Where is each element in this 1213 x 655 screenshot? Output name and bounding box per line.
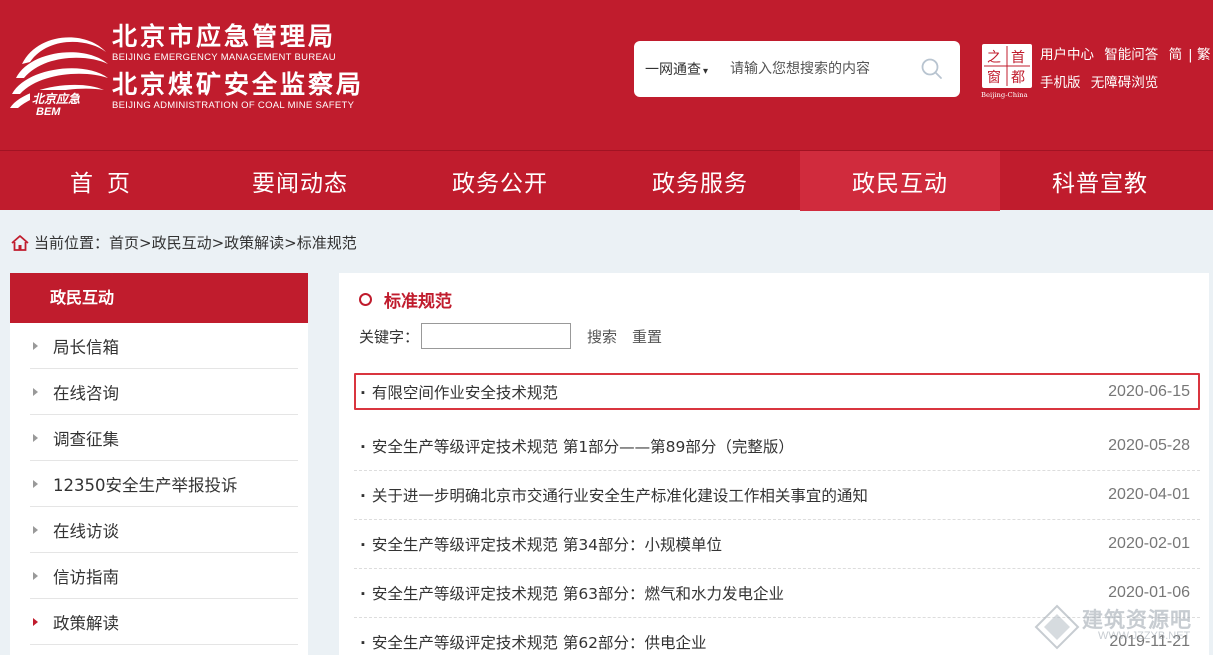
sidebar-title: 政民互动 bbox=[10, 273, 308, 323]
simplified-link[interactable]: 简 bbox=[1169, 47, 1183, 63]
svg-text:北京应急: 北京应急 bbox=[32, 92, 80, 106]
bureau1-name-en: BEIJING EMERGENCY MANAGEMENT BUREAU bbox=[112, 52, 336, 63]
list-item-date: 2019-11-21 bbox=[1109, 633, 1190, 650]
list-item-title[interactable]: 关于进一步明确北京市交通行业安全生产标准化建设工作相关事宜的通知 bbox=[360, 484, 868, 506]
chevron-down-icon: ▾ bbox=[703, 66, 709, 77]
list-item-title[interactable]: 安全生产等级评定技术规范 第1部分——第89部分（完整版） bbox=[360, 435, 794, 457]
search-input[interactable] bbox=[730, 55, 910, 83]
caret-right-icon bbox=[33, 433, 38, 442]
bureau2-name-cn: 北京煤矿安全监察局 bbox=[112, 70, 365, 99]
sidebar-item-online-interview[interactable]: 在线访谈 bbox=[30, 507, 298, 553]
nav-gov-services[interactable]: 政务服务 bbox=[600, 151, 800, 211]
caret-right-icon bbox=[33, 571, 38, 580]
breadcrumb-path[interactable]: 首页>政民互动>政策解读>标准规范 bbox=[109, 232, 357, 253]
nav-home[interactable]: 首页 bbox=[0, 151, 200, 211]
nav-interaction[interactable]: 政民互动 bbox=[800, 151, 1000, 211]
traditional-link[interactable]: 繁 bbox=[1197, 47, 1211, 63]
list-item-date: 2020-04-01 bbox=[1108, 486, 1190, 503]
user-center-link[interactable]: 用户中心 bbox=[1040, 47, 1094, 63]
nav-gov-affairs[interactable]: 政务公开 bbox=[400, 151, 600, 211]
section-title: 标准规范 bbox=[359, 287, 452, 312]
sidebar-item-survey[interactable]: 调查征集 bbox=[30, 415, 298, 461]
site-header: 北京应急 BEM 北京市应急管理局 BEIJING EMERGENCY MANA… bbox=[0, 0, 1213, 150]
breadcrumb-label: 当前位置： bbox=[34, 234, 110, 252]
sidebar-item-report-hotline[interactable]: 12350安全生产举报投诉 bbox=[30, 461, 298, 507]
mobile-link[interactable]: 手机版 bbox=[1040, 75, 1081, 91]
sidebar-item-online-consult[interactable]: 在线咨询 bbox=[30, 369, 298, 415]
list-item-date: 2020-05-28 bbox=[1108, 437, 1190, 454]
bureau-logo-icon[interactable]: 北京应急 BEM bbox=[8, 24, 108, 116]
list-item-title[interactable]: 安全生产等级评定技术规范 第34部分：小规模单位 bbox=[360, 533, 722, 555]
sidebar-item-label: 在线访谈 bbox=[53, 521, 119, 541]
sidebar: 政民互动 局长信箱 在线咨询 调查征集 12350安全生产举报投诉 在线访谈 信… bbox=[10, 273, 308, 655]
keyword-search-row: 关键字： 搜索 重置 bbox=[359, 323, 677, 349]
smart-qa-link[interactable]: 智能问答 bbox=[1104, 47, 1158, 63]
capital-window-logo-icon[interactable]: 之 首 窗 都 Beijing-China bbox=[981, 43, 1033, 99]
list-item-title[interactable]: 安全生产等级评定技术规范 第63部分：燃气和水力发电企业 bbox=[360, 582, 784, 604]
list-item[interactable]: 安全生产等级评定技术规范 第1部分——第89部分（完整版） 2020-05-28 bbox=[354, 422, 1200, 471]
search-box: 一网通查 ▾ bbox=[634, 41, 960, 97]
list-item-date: 2020-02-01 bbox=[1108, 535, 1190, 552]
svg-text:BEM: BEM bbox=[36, 106, 61, 116]
list-item[interactable]: 安全生产等级评定技术规范 第34部分：小规模单位 2020-02-01 bbox=[354, 520, 1200, 569]
list-item[interactable]: 有限空间作业安全技术规范 2020-06-15 bbox=[354, 373, 1200, 410]
keyword-reset-button[interactable]: 重置 bbox=[632, 326, 662, 347]
sidebar-item-director-mailbox[interactable]: 局长信箱 bbox=[30, 323, 298, 369]
search-scope-label: 一网通查 bbox=[645, 62, 701, 78]
search-icon[interactable] bbox=[920, 57, 944, 81]
sidebar-item-label: 调查征集 bbox=[53, 429, 119, 449]
section-title-text: 标准规范 bbox=[384, 292, 452, 312]
circle-bullet-icon bbox=[359, 293, 372, 306]
article-list: 有限空间作业安全技术规范 2020-06-15 安全生产等级评定技术规范 第1部… bbox=[354, 373, 1200, 655]
accessibility-link[interactable]: 无障碍浏览 bbox=[1091, 75, 1159, 91]
nav-education[interactable]: 科普宣教 bbox=[1000, 151, 1200, 211]
svg-text:之: 之 bbox=[987, 50, 1001, 66]
bureau-names: 北京市应急管理局 BEIJING EMERGENCY MANAGEMENT BU… bbox=[112, 22, 364, 118]
keyword-search-button[interactable]: 搜索 bbox=[587, 326, 617, 347]
sidebar-item-label: 政策解读 bbox=[53, 613, 119, 633]
nav-news[interactable]: 要闻动态 bbox=[200, 151, 400, 211]
caret-right-icon bbox=[33, 479, 38, 488]
caret-right-icon bbox=[33, 387, 38, 396]
main-nav: 首页 要闻动态 政务公开 政务服务 政民互动 科普宣教 bbox=[0, 150, 1213, 211]
sidebar-item-label: 在线咨询 bbox=[53, 383, 119, 403]
list-item-date: 2020-06-15 bbox=[1108, 382, 1190, 400]
main-content: 标准规范 关键字： 搜索 重置 有限空间作业安全技术规范 2020-06-15 … bbox=[339, 273, 1209, 655]
bureau2-name-en: BEIJING ADMINISTRATION OF COAL MINE SAFE… bbox=[112, 100, 355, 111]
list-item-title[interactable]: 安全生产等级评定技术规范 第62部分：供电企业 bbox=[360, 631, 707, 653]
list-item[interactable]: 安全生产等级评定技术规范 第63部分：燃气和水力发电企业 2020-01-06 bbox=[354, 569, 1200, 618]
sidebar-item-label: 12350安全生产举报投诉 bbox=[53, 475, 238, 495]
list-item-date: 2020-01-06 bbox=[1108, 584, 1190, 601]
caret-right-icon bbox=[33, 525, 38, 534]
header-links: 用户中心 智能问答 简 | 繁 手机版 无障碍浏览 bbox=[1040, 47, 1211, 91]
breadcrumb: 当前位置： 首页>政民互动>政策解读>标准规范 bbox=[10, 232, 357, 253]
sidebar-item-label: 局长信箱 bbox=[53, 337, 119, 357]
list-item[interactable]: 安全生产等级评定技术规范 第62部分：供电企业 2019-11-21 bbox=[354, 618, 1200, 655]
svg-text:首: 首 bbox=[1011, 50, 1025, 66]
keyword-label: 关键字： bbox=[359, 327, 420, 346]
svg-text:都: 都 bbox=[1011, 70, 1025, 86]
sidebar-item-label: 信访指南 bbox=[53, 567, 119, 587]
list-item[interactable]: 关于进一步明确北京市交通行业安全生产标准化建设工作相关事宜的通知 2020-04… bbox=[354, 471, 1200, 520]
svg-text:Beijing-China: Beijing-China bbox=[981, 91, 1028, 99]
list-item-title[interactable]: 有限空间作业安全技术规范 bbox=[360, 381, 558, 403]
keyword-input[interactable] bbox=[421, 323, 572, 349]
caret-right-icon bbox=[33, 341, 38, 350]
search-scope-select[interactable]: 一网通查 ▾ bbox=[645, 59, 708, 79]
sidebar-item-policy-interpretation[interactable]: 政策解读 bbox=[30, 599, 298, 645]
svg-text:窗: 窗 bbox=[987, 69, 1001, 86]
caret-right-icon bbox=[33, 617, 38, 626]
home-icon bbox=[11, 234, 29, 251]
sidebar-item-petition-guide[interactable]: 信访指南 bbox=[30, 553, 298, 599]
bureau1-name-cn: 北京市应急管理局 bbox=[112, 22, 337, 51]
